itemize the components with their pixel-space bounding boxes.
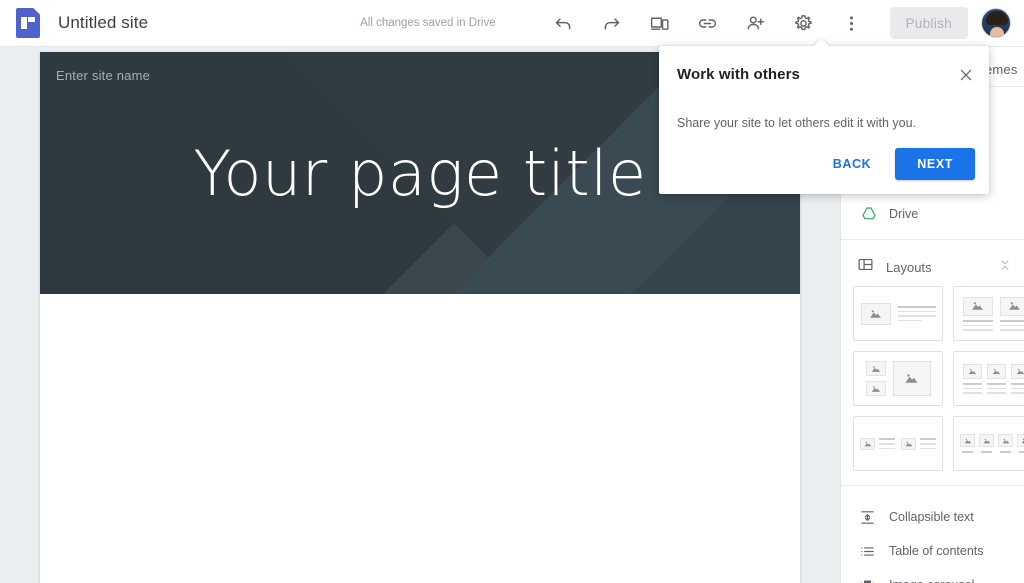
insert-item-label: Drive [889,207,919,221]
image-carousel-icon [859,577,889,583]
layout-image-placeholder [998,434,1013,447]
layout-option-two-image-text-pairs[interactable] [853,416,943,471]
table-of-contents-icon [859,543,889,560]
image-glyph [870,309,881,318]
layout-text-lines [962,319,993,331]
drive-icon [861,206,889,222]
layout-text-lines [879,438,895,449]
more-options-button[interactable] [833,4,871,42]
google-sites-logo-icon [16,8,40,38]
image-glyph [1002,438,1009,443]
image-glyph [871,385,880,392]
insert-item-collapsible-text[interactable]: Collapsible text [841,500,1024,534]
layout-image-placeholder [979,434,994,447]
component-label: Table of contents [889,544,984,558]
link-icon [699,18,717,28]
layout-image-placeholder [892,361,931,396]
layout-image-placeholder [986,363,1006,379]
layout-text-lines [962,382,982,394]
layout-image-placeholder [960,434,975,447]
image-glyph [1021,438,1024,443]
person-add-icon [747,16,765,29]
layout-text-lines [999,319,1024,331]
next-button[interactable]: NEXT [895,148,975,180]
image-glyph [1009,302,1020,310]
layout-text-lines [1010,382,1024,394]
redo-icon [604,17,620,29]
google-sites-editor: Untitled site All changes saved in Drive [0,0,1024,583]
insert-item-image-carousel[interactable]: Image carousel [841,568,1024,583]
publish-button[interactable]: Publish [889,7,968,39]
dialog-pointer-arrow [813,37,831,46]
user-avatar[interactable] [981,8,1011,38]
layout-text-lines [897,305,936,322]
image-glyph [992,368,1000,374]
layouts-section-header[interactable]: Layouts [841,248,1024,286]
image-glyph [871,365,880,372]
image-glyph [864,441,871,446]
component-label: Image carousel [889,578,974,583]
preview-devices-icon [651,17,669,30]
sidebar-divider [841,239,1024,240]
sidebar-divider-2 [841,485,1024,486]
dialog-body-text: Share your site to let others edit it wi… [677,116,917,130]
layout-image-placeholder [962,296,993,316]
layout-image-placeholder [860,302,891,325]
save-status-text: All changes saved in Drive [360,17,496,29]
image-glyph [1016,368,1024,374]
gear-icon [795,14,812,30]
layouts-title: Layouts [886,259,932,275]
undo-icon [555,17,571,29]
collapse-icon[interactable] [998,258,1012,277]
insert-item-drive[interactable]: Drive [841,197,1024,231]
image-glyph [964,438,971,443]
layout-option-two-images-with-text[interactable] [953,286,1024,341]
layout-option-image-left-text-right[interactable] [853,286,943,341]
layout-image-placeholder [999,296,1024,316]
layout-text-lines [920,438,936,449]
layouts-grid [841,286,1024,471]
site-title[interactable]: Untitled site [58,13,148,33]
share-button[interactable] [737,4,775,42]
layout-option-three-images-with-text[interactable] [953,351,1024,406]
preview-button[interactable] [641,4,679,42]
layout-image-placeholder [962,363,982,379]
layout-image-placeholder [865,381,886,396]
component-label: Collapsible text [889,510,974,524]
dialog-actions: BACK NEXT [825,148,975,180]
image-glyph [972,302,983,310]
collapsible-text-icon [859,509,889,526]
image-glyph [905,441,912,446]
layout-option-two-small-one-large-image[interactable] [853,351,943,406]
copy-link-button[interactable] [689,4,727,42]
layout-option-four-images-with-caption[interactable] [953,416,1024,471]
image-glyph [983,438,990,443]
image-glyph [968,368,976,374]
insert-components-list: Collapsible text Table of contents [841,494,1024,583]
more-vert-icon [850,15,854,31]
layout-image-placeholder [865,361,886,376]
top-app-bar: Untitled site All changes saved in Drive [0,0,1024,47]
layout-image-placeholder [1017,434,1024,447]
close-button[interactable] [955,64,977,86]
layouts-icon [857,256,874,278]
redo-button[interactable] [593,4,631,42]
undo-button[interactable] [545,4,583,42]
top-bar-actions: All changes saved in Drive Publish [360,0,1024,47]
insert-item-table-of-contents[interactable]: Table of contents [841,534,1024,568]
back-button[interactable]: BACK [825,151,880,177]
carousel-glyph [860,580,875,583]
dialog-title: Work with others [677,66,800,83]
layout-image-placeholder [1010,363,1024,379]
app-logo-container[interactable] [0,8,56,38]
image-glyph [905,374,918,383]
close-icon [960,69,972,81]
layout-image-placeholder [860,437,875,450]
work-with-others-dialog: Work with others Share your site to let … [659,46,989,194]
layout-image-placeholder [901,437,916,450]
layout-text-lines [986,382,1006,394]
page-body-area[interactable] [40,294,800,583]
